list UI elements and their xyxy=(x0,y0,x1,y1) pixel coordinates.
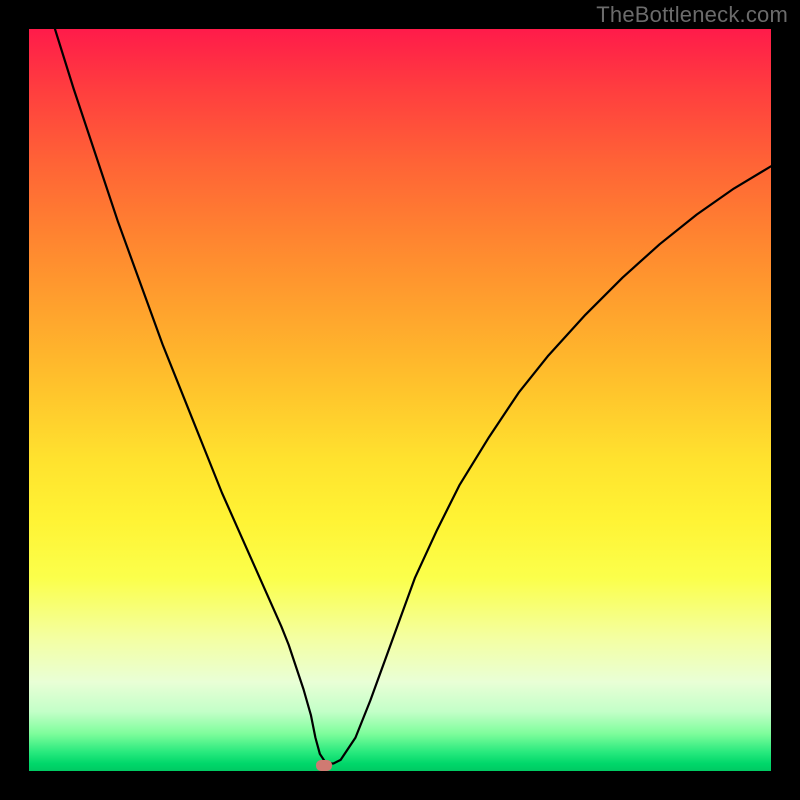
bottleneck-curve xyxy=(29,29,771,771)
chart-frame: TheBottleneck.com xyxy=(0,0,800,800)
optimal-marker xyxy=(316,760,332,771)
curve-path xyxy=(55,29,771,764)
plot-area xyxy=(29,29,771,771)
attribution-text: TheBottleneck.com xyxy=(596,2,788,28)
